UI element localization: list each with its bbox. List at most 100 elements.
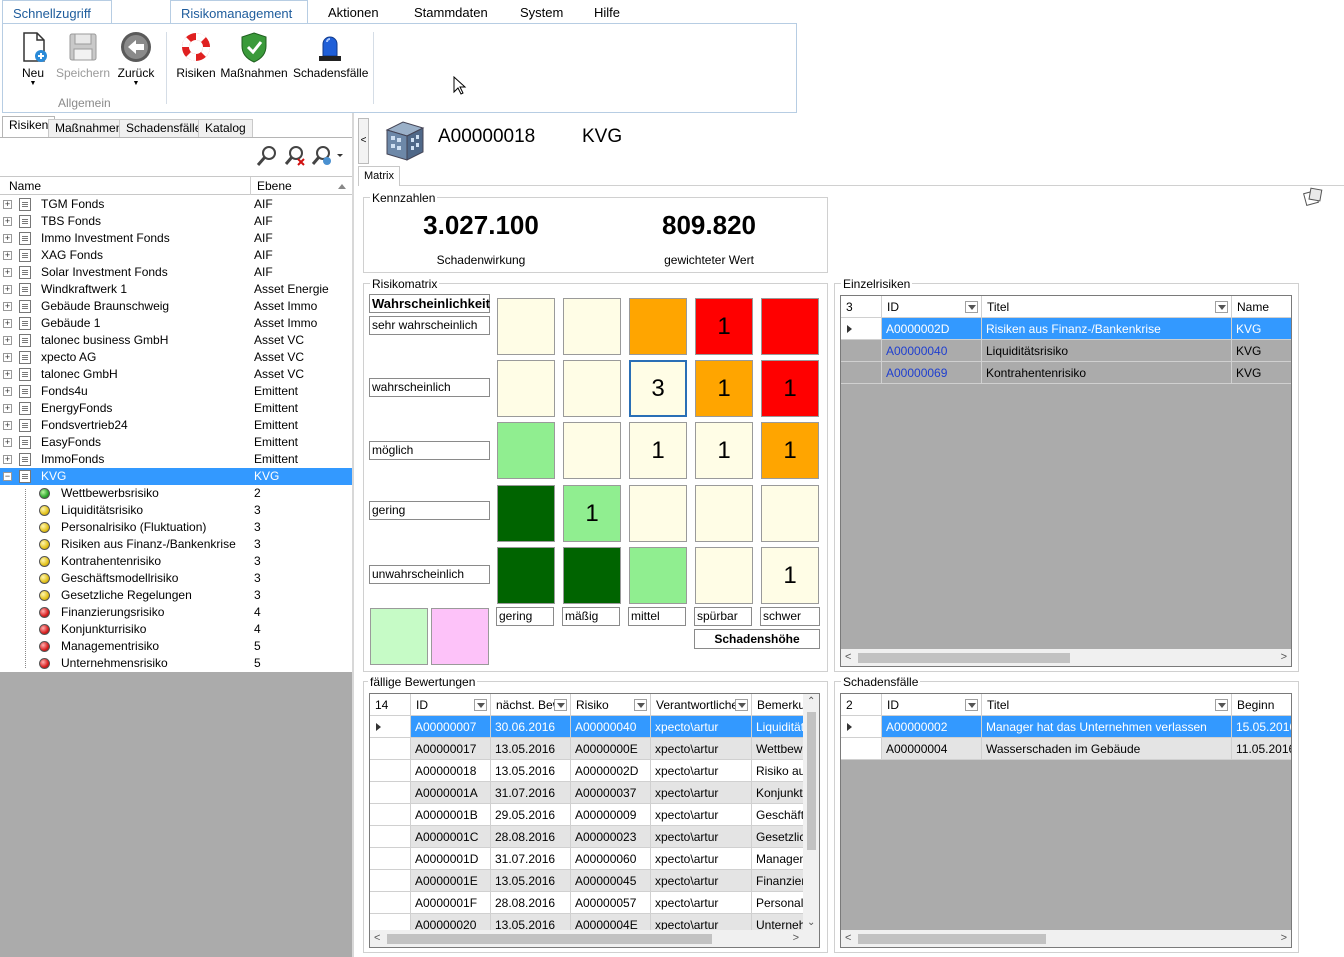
tree-row[interactable]: + talonec GmbH Asset VC [0,366,352,383]
expand-icon[interactable]: + [3,268,12,277]
row-header[interactable] [370,870,411,892]
scroll-right-icon[interactable]: > [1281,651,1287,663]
row-header[interactable] [370,760,411,782]
column-header-name[interactable]: Name [1232,296,1291,318]
tree-child-row[interactable]: Risiken aus Finanz-/Bankenkrise 3 [0,536,352,553]
tab-actions[interactable]: Aktionen [318,0,389,24]
matrix-cell[interactable]: 1 [563,485,621,542]
matrix-cell[interactable] [695,485,753,542]
matrix-cell[interactable] [497,485,555,542]
row-header[interactable] [370,826,411,848]
tree-row[interactable]: + TGM Fonds AIF [0,196,352,213]
row-header[interactable] [841,716,882,738]
scroll-up-icon[interactable]: ⌃ [807,696,815,707]
search-icon[interactable] [256,145,278,167]
measures-button[interactable]: Maßnahmen [220,30,288,80]
column-header-remark[interactable]: Bemerkung [752,694,804,716]
filter-dropdown-icon[interactable] [634,699,647,711]
tab-matrix[interactable]: Matrix [358,166,400,186]
clear-search-icon[interactable] [284,145,306,167]
filter-dropdown-icon[interactable] [735,699,748,711]
matrix-cell[interactable] [563,360,621,417]
expand-icon[interactable]: + [3,455,12,464]
tree-row[interactable]: + Fonds4u Emittent [0,383,352,400]
filter-dropdown-icon[interactable] [1215,699,1228,711]
tree-child-row[interactable]: Gesetzliche Regelungen 3 [0,587,352,604]
tree-child-row[interactable]: Geschäftsmodellrisiko 3 [0,570,352,587]
row-header[interactable] [370,848,411,870]
expand-icon[interactable]: + [3,370,12,379]
column-header-title[interactable]: Titel [982,296,1232,318]
scrollbar-thumb[interactable] [858,653,1070,663]
tree-child-row[interactable]: Wettbewerbsrisiko 2 [0,485,352,502]
matrix-cell[interactable] [563,422,621,479]
tree-row[interactable]: + EnergyFonds Emittent [0,400,352,417]
expand-icon[interactable]: + [3,336,12,345]
filter-dropdown-icon[interactable] [1215,301,1228,313]
horizontal-scrollbar[interactable]: < > [370,930,819,947]
column-header-id[interactable]: ID [882,694,982,716]
matrix-cell[interactable] [629,485,687,542]
row-header[interactable] [841,362,882,384]
tree-row[interactable]: + talonec business GmbH Asset VC [0,332,352,349]
tree-child-row[interactable]: Personalrisiko (Fluktuation) 3 [0,519,352,536]
expand-icon[interactable]: + [3,302,12,311]
tab-help[interactable]: Hilfe [584,0,630,24]
scroll-right-icon[interactable]: > [1281,932,1287,944]
row-header[interactable] [370,892,411,914]
export-icon[interactable] [1302,187,1324,207]
scroll-left-icon[interactable]: < [845,932,851,944]
tab-master-data[interactable]: Stammdaten [404,0,498,24]
scrollbar-thumb[interactable] [807,712,816,850]
risks-button[interactable]: Risiken [176,30,216,80]
matrix-cell[interactable] [761,298,819,355]
tab-risk-management[interactable]: Risikomanagement [170,0,308,24]
tree-child-row[interactable]: Finanzierungsrisiko 4 [0,604,352,621]
matrix-cell[interactable] [563,298,621,355]
splitter[interactable] [352,113,354,957]
tab-measures[interactable]: Maßnahmen [48,119,130,137]
collapse-icon[interactable]: − [3,472,12,481]
row-header[interactable] [841,738,882,760]
tab-quick-access[interactable]: Schnellzugriff [2,0,112,24]
expand-icon[interactable]: + [3,404,12,413]
vertical-scrollbar[interactable]: ⌃ ⌄ [803,694,819,930]
matrix-cell[interactable] [695,547,753,604]
expand-icon[interactable]: + [3,285,12,294]
tree-child-row[interactable]: Liquiditätsrisiko 3 [0,502,352,519]
scroll-left-icon[interactable]: < [845,651,851,663]
row-header[interactable] [370,716,411,738]
horizontal-scrollbar[interactable]: < > [841,930,1291,947]
row-header[interactable] [370,738,411,760]
save-button[interactable]: Speichern [55,30,111,80]
tree-row[interactable]: + Gebäude Braunschweig Asset Immo [0,298,352,315]
filter-dropdown-icon[interactable] [965,699,978,711]
matrix-cell[interactable] [497,360,555,417]
column-header-name[interactable]: Name [9,179,41,193]
matrix-cell[interactable]: 1 [695,298,753,355]
matrix-cell[interactable] [497,547,555,604]
tree-row[interactable]: + xpecto AG Asset VC [0,349,352,366]
matrix-cell[interactable]: 1 [761,360,819,417]
filter-dropdown-icon[interactable] [474,699,487,711]
expand-icon[interactable]: + [3,421,12,430]
new-button[interactable]: Neu ▼ [15,30,51,88]
expand-icon[interactable]: + [3,217,12,226]
scrollbar-thumb[interactable] [858,934,1046,944]
column-header-title[interactable]: Titel [982,694,1232,716]
scrollbar-thumb[interactable] [387,934,712,944]
filter-dropdown-icon[interactable] [965,301,978,313]
expand-icon[interactable]: + [3,319,12,328]
filter-dropdown-icon[interactable] [554,699,567,711]
column-header-id[interactable]: ID [882,296,982,318]
expand-icon[interactable]: + [3,200,12,209]
tab-damages[interactable]: Schadensfälle [119,119,209,137]
matrix-cell[interactable] [497,422,555,479]
damages-button[interactable]: Schadensfälle [293,30,368,80]
tree-row[interactable]: + ImmoFonds Emittent [0,451,352,468]
scroll-down-icon[interactable]: ⌄ [807,917,815,928]
collapse-left-button[interactable]: < [358,118,369,164]
tree-row[interactable]: + Solar Investment Fonds AIF [0,264,352,281]
tree-row[interactable]: + XAG Fonds AIF [0,247,352,264]
column-header-begin[interactable]: Beginn [1232,694,1291,716]
